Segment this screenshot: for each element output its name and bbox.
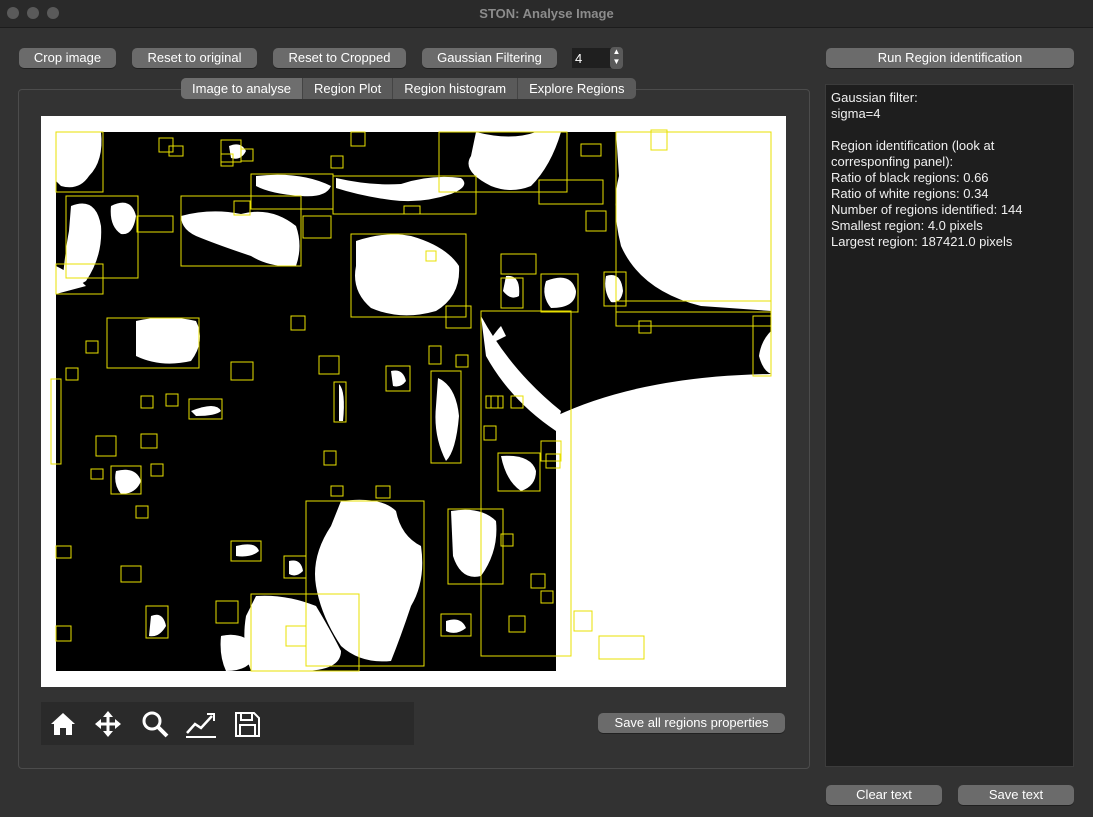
reset-cropped-button[interactable]: Reset to Cropped (273, 48, 406, 68)
zoom-icon[interactable] (140, 709, 170, 739)
spin-arrows-icon[interactable]: ▲ ▼ (610, 47, 623, 69)
tab-region-plot[interactable]: Region Plot (303, 78, 394, 99)
save-regions-properties-button[interactable]: Save all regions properties (598, 713, 785, 733)
home-icon[interactable] (48, 709, 78, 739)
tab-image-to-analyse[interactable]: Image to analyse (181, 78, 304, 99)
run-region-identification-button[interactable]: Run Region identification (826, 48, 1074, 68)
window-title: STON: Analyse Image (479, 6, 614, 21)
save-icon[interactable] (232, 709, 262, 739)
subplots-icon[interactable] (185, 709, 216, 739)
sigma-spinbox[interactable]: ▲▼ (572, 47, 624, 69)
sigma-input[interactable] (572, 48, 611, 68)
save-text-button[interactable]: Save text (958, 785, 1074, 805)
reset-original-button[interactable]: Reset to original (132, 48, 257, 68)
log-text: Gaussian filter: sigma=4 Region identifi… (831, 90, 1023, 249)
gaussian-filtering-button[interactable]: Gaussian Filtering (422, 48, 557, 68)
tab-region-histogram[interactable]: Region histogram (393, 78, 519, 99)
plot-navigation-toolbar (41, 702, 414, 745)
tab-explore-regions[interactable]: Explore Regions (518, 78, 635, 99)
pan-icon[interactable] (93, 709, 123, 739)
segmented-image (50, 129, 772, 672)
log-panel[interactable]: Gaussian filter: sigma=4 Region identifi… (825, 84, 1074, 767)
tab-bar: Image to analyse Region Plot Region hist… (181, 78, 636, 99)
title-bar: STON: Analyse Image (0, 0, 1093, 28)
clear-text-button[interactable]: Clear text (826, 785, 942, 805)
image-canvas[interactable] (41, 116, 786, 687)
crop-image-button[interactable]: Crop image (19, 48, 116, 68)
